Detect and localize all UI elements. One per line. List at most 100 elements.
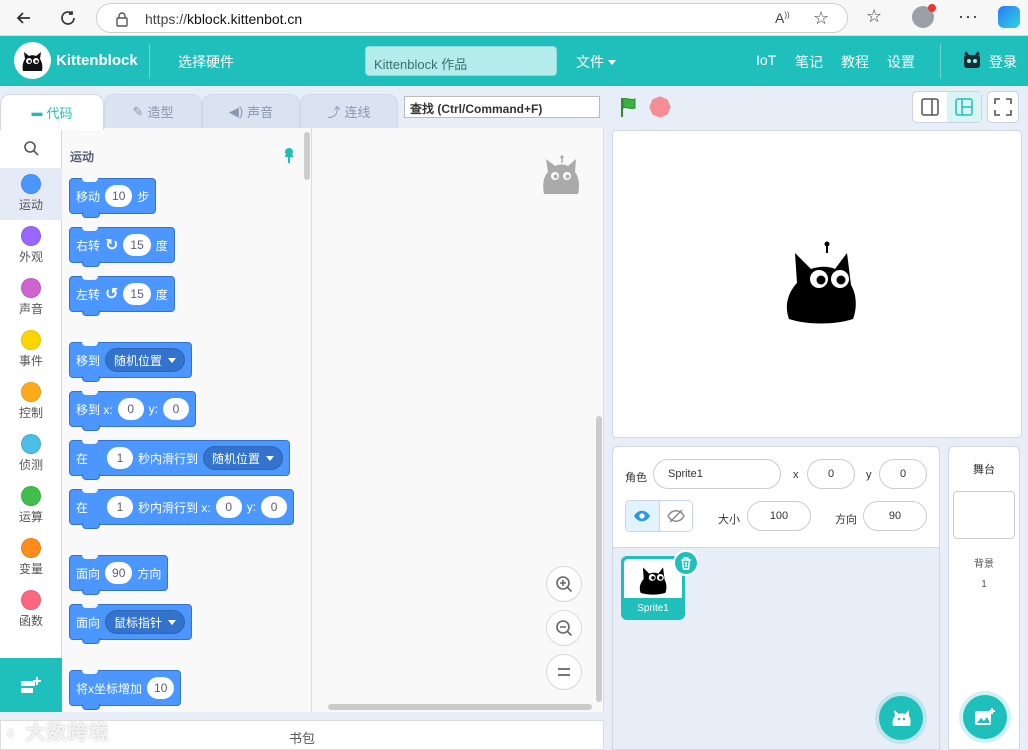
category-motion[interactable]: 运动 — [0, 168, 62, 220]
block-number-input[interactable]: 0 — [163, 398, 190, 420]
tab-sounds[interactable]: ◀) 声音 — [202, 94, 300, 128]
delete-sprite-icon[interactable] — [673, 550, 699, 576]
zoom-in-icon[interactable] — [546, 566, 582, 602]
project-title-input[interactable]: Kittenblock 作品 — [365, 46, 557, 76]
normal-stage-icon[interactable] — [947, 92, 981, 122]
add-sprite-button[interactable] — [879, 696, 923, 740]
block-point-direction[interactable]: 面向 90 方向 — [69, 555, 169, 595]
more-menu-icon[interactable]: ··· — [958, 6, 979, 27]
refresh-icon[interactable] — [56, 6, 80, 30]
block-text: 步 — [137, 189, 150, 204]
block-dropdown[interactable]: 随机位置 — [203, 446, 284, 470]
block-number-input[interactable]: 10 — [105, 185, 133, 207]
backdrops-label: 背景 — [974, 559, 994, 570]
block-change-x[interactable]: 将x坐标增加 10 — [69, 670, 182, 710]
add-extension-button[interactable] — [0, 658, 62, 712]
size-input[interactable]: 100 — [747, 501, 811, 531]
category-operators[interactable]: 运算 — [0, 480, 62, 532]
show-eye-icon[interactable] — [626, 501, 659, 531]
block-go-to[interactable]: 移到 随机位置 — [69, 342, 193, 382]
small-stage-icon[interactable] — [913, 92, 947, 122]
category-looks-dot — [21, 226, 41, 246]
block-number-input[interactable]: 0 — [215, 496, 242, 518]
stage-thumbnail[interactable] — [953, 491, 1015, 539]
y-position-input[interactable]: 0 — [879, 459, 927, 489]
script-workspace[interactable] — [312, 128, 604, 712]
block-dropdown[interactable]: 鼠标指针 — [105, 610, 186, 634]
category-looks[interactable]: 外观 — [0, 220, 62, 272]
category-functions[interactable]: 函数 — [0, 584, 62, 636]
zoom-out-icon[interactable] — [546, 610, 582, 646]
workspace-vertical-scrollbar[interactable] — [596, 416, 602, 702]
category-events-dot — [21, 330, 41, 350]
block-point-towards[interactable]: 面向 鼠标指针 — [69, 604, 193, 644]
block-number-input[interactable]: 15 — [123, 234, 151, 256]
workspace-horizontal-scrollbar[interactable] — [328, 704, 592, 710]
favorites-list-icon[interactable]: ☆ — [866, 6, 882, 27]
settings-link[interactable]: 设置 — [887, 52, 915, 72]
block-number-input[interactable]: 1 — [107, 496, 134, 518]
block-number-input[interactable]: 0 — [261, 496, 288, 518]
read-aloud-icon[interactable]: A)) — [775, 10, 790, 26]
tab-wiring-label: 连线 — [344, 105, 371, 120]
x-position-input[interactable]: 0 — [807, 459, 855, 489]
block-glide-xy[interactable]: 在 1 秒内滑行到 x: 0 y: 0 — [69, 489, 295, 529]
add-backdrop-button[interactable] — [963, 695, 1007, 739]
block-number-input[interactable]: 90 — [105, 562, 133, 584]
sprite-tile[interactable]: Sprite1 — [621, 550, 699, 620]
favorite-star-icon[interactable]: ☆ — [813, 8, 829, 29]
category-search-icon[interactable] — [0, 128, 62, 168]
category-sensing[interactable]: 侦测 — [0, 428, 62, 480]
select-hardware-button[interactable]: 选择硬件 — [178, 52, 234, 72]
zoom-reset-icon[interactable] — [546, 654, 582, 690]
tutorials-link[interactable]: 教程 — [841, 52, 869, 72]
kittenblock-logo — [14, 42, 51, 79]
block-text: y: — [148, 402, 159, 416]
tab-code[interactable]: ▬ 代码 — [0, 94, 104, 130]
direction-input[interactable]: 90 — [863, 501, 927, 531]
block-search-input[interactable]: 查找 (Ctrl/Command+F) — [404, 96, 600, 118]
user-robot-icon[interactable] — [961, 50, 983, 75]
profile-avatar[interactable] — [912, 4, 936, 28]
category-label: 变量 — [18, 562, 43, 576]
block-go-to-xy[interactable]: 移到 x: 0 y: 0 — [69, 391, 197, 431]
block-turn-right[interactable]: 右转 ↻ 15 度 — [69, 227, 175, 267]
stage-canvas[interactable] — [612, 130, 1022, 438]
stage-sprite-cat[interactable] — [785, 239, 857, 330]
hide-eye-icon[interactable] — [658, 501, 692, 531]
tab-wiring[interactable]: ⤴ 连线 — [300, 94, 398, 128]
pin-icon[interactable] — [282, 146, 296, 167]
category-label: 声音 — [18, 302, 43, 316]
block-glide-to[interactable]: 在 1 秒内滑行到 随机位置 — [69, 440, 291, 480]
category-variables[interactable]: 变量 — [0, 532, 62, 584]
stop-icon[interactable] — [647, 94, 673, 120]
category-events[interactable]: 事件 — [0, 324, 62, 376]
sprite-name-label: 角色 — [625, 472, 647, 484]
iot-link[interactable]: IoT — [756, 52, 776, 68]
block-number-input[interactable]: 1 — [107, 447, 134, 469]
category-control[interactable]: 控制 — [0, 376, 62, 428]
block-dropdown[interactable]: 随机位置 — [105, 348, 186, 372]
notes-link[interactable]: 笔记 — [795, 52, 823, 72]
block-number-input[interactable]: 15 — [123, 283, 151, 305]
login-button[interactable]: 登录 — [989, 52, 1017, 72]
block-text: 右转 — [76, 238, 101, 253]
green-flag-icon[interactable] — [618, 96, 640, 121]
file-menu[interactable]: 文件 — [576, 52, 616, 72]
fullscreen-icon[interactable] — [987, 91, 1019, 123]
sprite-name-input[interactable]: Sprite1 — [653, 459, 781, 489]
chevron-down-icon — [168, 357, 177, 363]
category-sound[interactable]: 声音 — [0, 272, 62, 324]
block-text: 在 — [76, 451, 89, 466]
visibility-toggle — [625, 500, 693, 532]
stage-title: 舞台 — [973, 464, 995, 476]
block-number-input[interactable]: 10 — [147, 677, 175, 699]
address-bar[interactable]: https://kblock.kittenbot.cn A)) ☆ — [96, 3, 848, 33]
block-number-input[interactable]: 0 — [117, 398, 144, 420]
copilot-icon[interactable] — [998, 6, 1020, 28]
back-icon[interactable] — [12, 6, 36, 30]
palette-scrollbar[interactable] — [304, 132, 310, 180]
block-turn-left[interactable]: 左转 ↺ 15 度 — [69, 276, 175, 316]
block-move-steps[interactable]: 移动 10 步 — [69, 178, 157, 218]
tab-costumes[interactable]: ✎ 造型 — [104, 94, 202, 128]
